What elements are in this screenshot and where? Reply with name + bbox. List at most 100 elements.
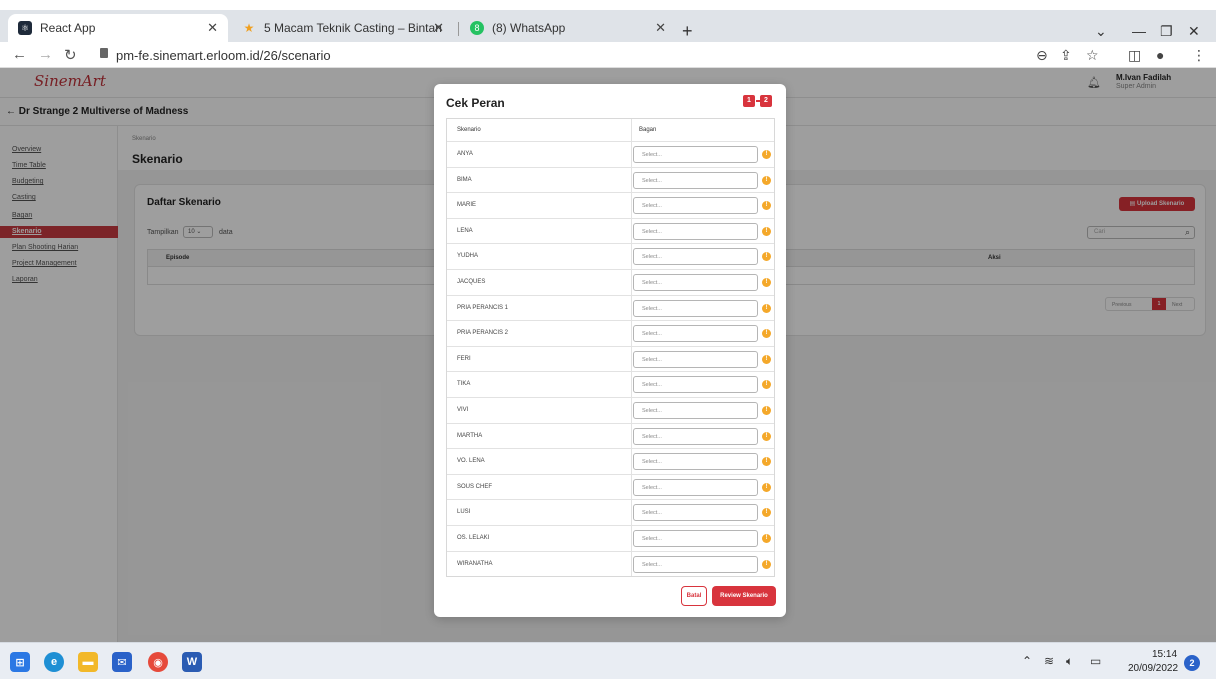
warning-icon[interactable]: ! [762, 226, 771, 236]
warning-icon[interactable]: ! [762, 354, 771, 364]
windows-start-icon[interactable]: ⊞ [10, 652, 30, 672]
mail-icon[interactable]: ✉ [112, 652, 132, 672]
menu-icon[interactable]: ⋮ [1192, 47, 1206, 64]
tab-title: (8) WhatsApp [492, 21, 566, 35]
select-placeholder: Select... [642, 510, 662, 517]
close-icon[interactable]: ✕ [207, 20, 218, 36]
roles-table-row: YUDHA Select...! [447, 243, 774, 269]
review-scenario-button[interactable]: Review Skenario [712, 586, 776, 606]
warning-icon[interactable]: ! [762, 303, 771, 313]
wifi-icon[interactable]: ≋ [1044, 654, 1054, 668]
column-divider [631, 372, 632, 397]
roles-table-row: MARTHA Select...! [447, 422, 774, 449]
notification-badge[interactable]: 2 [1184, 655, 1200, 671]
cancel-button[interactable]: Batal [681, 586, 707, 606]
bagan-select[interactable]: Select... [633, 453, 758, 471]
role-name: FERI [457, 355, 471, 362]
bagan-select[interactable]: Select... [633, 273, 758, 291]
bagan-select[interactable]: Select... [633, 478, 758, 496]
bagan-select[interactable]: Select... [633, 299, 758, 317]
bagan-select[interactable]: Select... [633, 504, 758, 522]
select-placeholder: Select... [642, 305, 662, 312]
close-icon[interactable]: ✕ [433, 20, 444, 36]
bagan-select[interactable]: Select... [633, 350, 758, 368]
warning-icon[interactable]: ! [762, 533, 771, 543]
role-name: MARIE [457, 202, 477, 209]
tab-whatsapp[interactable]: 8 (8) WhatsApp ✕ [460, 14, 676, 42]
close-window-icon[interactable]: ✕ [1188, 23, 1200, 40]
forward-icon[interactable]: → [38, 46, 53, 63]
warning-icon[interactable]: ! [762, 457, 771, 467]
file-explorer-icon[interactable]: ▬ [78, 652, 98, 672]
word-icon[interactable]: W [182, 652, 202, 672]
bagan-select[interactable]: Select... [633, 529, 758, 547]
select-placeholder: Select... [642, 484, 662, 491]
select-placeholder: Select... [642, 228, 662, 235]
bagan-select[interactable]: Select... [633, 325, 758, 343]
role-name: LUSI [457, 509, 471, 516]
edge-icon[interactable]: e [44, 652, 64, 672]
roles-table-row: BIMA Select...! [447, 166, 774, 193]
clock-date[interactable]: 20/09/2022 [1128, 663, 1178, 674]
bagan-select[interactable]: Select... [633, 401, 758, 419]
column-divider [631, 551, 632, 577]
column-bagan: Bagan [639, 127, 657, 133]
warning-icon[interactable]: ! [762, 277, 771, 287]
chevron-down-icon[interactable]: ⌄ [1095, 23, 1107, 40]
minimize-icon[interactable]: — [1132, 23, 1146, 39]
profile-icon[interactable]: ● [1156, 47, 1164, 63]
column-divider [631, 449, 632, 474]
roles-table-row: VO. LENA Select...! [447, 448, 774, 474]
battery-icon[interactable]: ▭ [1090, 654, 1101, 668]
bagan-select[interactable]: Select... [633, 427, 758, 445]
lock-icon [100, 48, 108, 58]
roles-table-row: ANYA Select...! [447, 141, 774, 167]
back-icon[interactable]: ← [12, 46, 27, 63]
chevron-up-icon[interactable]: ⌃ [1022, 654, 1032, 668]
chrome-icon[interactable]: ◉ [148, 652, 168, 672]
column-divider [631, 295, 632, 321]
bagan-select[interactable]: Select... [633, 171, 758, 189]
warning-icon[interactable]: ! [762, 175, 771, 185]
select-placeholder: Select... [642, 177, 662, 184]
new-tab-button[interactable]: + [682, 22, 693, 40]
select-placeholder: Select... [642, 382, 662, 389]
warning-icon[interactable]: ! [762, 508, 771, 518]
url-field[interactable]: pm-fe.sinemart.erloom.id/26/scenario [116, 48, 331, 63]
warning-icon[interactable]: ! [762, 252, 771, 262]
restore-icon[interactable]: ❐ [1160, 23, 1173, 40]
bagan-select[interactable]: Select... [633, 197, 758, 215]
warning-icon[interactable]: ! [762, 329, 771, 339]
clock-time[interactable]: 15:14 [1152, 649, 1177, 660]
close-icon[interactable]: ✕ [655, 20, 666, 36]
star-icon: ★ [243, 21, 255, 35]
bookmark-star-icon[interactable]: ☆ [1086, 47, 1099, 64]
sidepanel-icon[interactable]: ◫ [1128, 47, 1141, 64]
warning-icon[interactable]: ! [762, 201, 771, 211]
warning-icon[interactable]: ! [762, 380, 771, 390]
warning-icon[interactable]: ! [762, 559, 771, 569]
tab-react-app[interactable]: ⚛ React App ✕ [8, 14, 228, 42]
bagan-select[interactable]: Select... [633, 248, 758, 266]
warning-icon[interactable]: ! [762, 405, 771, 415]
bagan-select[interactable]: Select... [633, 222, 758, 240]
select-placeholder: Select... [642, 152, 662, 158]
column-divider [631, 167, 632, 193]
roles-table-row: JACQUES Select...! [447, 268, 774, 295]
bagan-select[interactable]: Select... [633, 555, 758, 573]
reload-icon[interactable]: ↻ [64, 46, 77, 64]
step-indicator-2: 2 [760, 95, 772, 107]
roles-table-row: PRIA PERANCIS 2 Select...! [447, 320, 774, 346]
taskbar: ⊞ e ▬ ✉ ◉ W ⌃ ≋ 🔈︎ ▭ 15:14 20/09/2022 2 [0, 642, 1216, 679]
tab-title: 5 Macam Teknik Casting – Bintan [264, 21, 442, 35]
bagan-select[interactable]: Select... [633, 376, 758, 394]
zoom-icon[interactable]: ⊖ [1036, 47, 1048, 64]
warning-icon[interactable]: ! [762, 482, 771, 492]
warning-icon[interactable]: ! [762, 431, 771, 441]
share-icon[interactable]: ⇪ [1060, 47, 1072, 64]
warning-icon[interactable]: ! [762, 150, 771, 159]
speaker-icon[interactable]: 🔈︎ [1066, 654, 1073, 669]
roles-table-row: TIKA Select...! [447, 371, 774, 397]
bagan-select[interactable]: Select... [633, 146, 758, 163]
tab-casting[interactable]: ★ 5 Macam Teknik Casting – Bintan ✕ [232, 14, 454, 42]
